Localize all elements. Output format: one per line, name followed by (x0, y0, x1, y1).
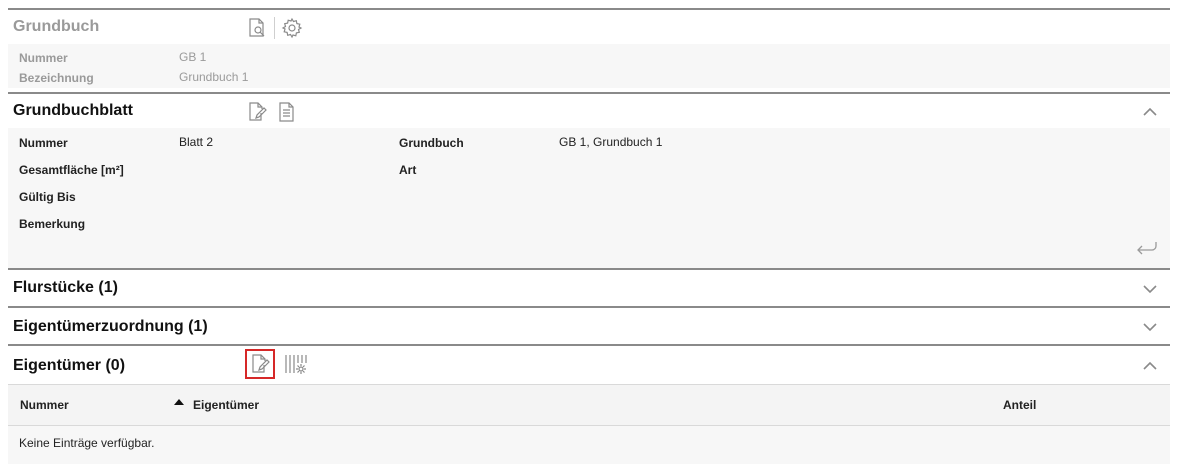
chevron-down-icon[interactable] (1140, 279, 1160, 299)
document-search-icon[interactable] (244, 15, 270, 41)
grundbuchblatt-body: Nummer Blatt 2 Gesamtfläche [m²] Gültig … (8, 128, 1170, 268)
flurstuecke-header[interactable]: Flurstücke (1) (8, 268, 1170, 306)
columns-settings-icon[interactable] (283, 351, 309, 377)
grundbuch-title: Grundbuch (13, 18, 100, 35)
eigentuemer-table-body: Keine Einträge verfügbar. (8, 426, 1170, 464)
column-header-nummer[interactable]: Nummer (20, 398, 69, 412)
blatt-nummer-value: Blatt 2 (179, 135, 214, 149)
blatt-art-label: Art (399, 163, 417, 177)
eigentuemer-table-header: Nummer Eigentümer Anteil (8, 384, 1170, 426)
eigentuemerzuordnung-header[interactable]: Eigentümerzuordnung (1) (8, 306, 1170, 344)
eigentuemerzuordnung-title: Eigentümerzuordnung (1) (13, 318, 208, 335)
grundbuchblatt-panel: Grundbuchblatt Nummer Blatt 2 Gesamtfläc… (8, 92, 1170, 268)
grundbuch-nummer-value: GB 1 (179, 50, 207, 64)
sort-ascending-icon[interactable] (174, 392, 184, 410)
grundbuchblatt-title: Grundbuchblatt (13, 102, 133, 119)
grundbuch-toolbar (244, 15, 305, 41)
chevron-up-icon[interactable] (1140, 356, 1160, 376)
grundbuch-panel: Grundbuch Nummer GB 1 Bezeichnung Grundb… (8, 8, 1170, 88)
chevron-up-icon[interactable] (1140, 102, 1160, 122)
blatt-gueltig-bis-label: Gültig Bis (19, 190, 76, 204)
grundbuch-bezeichnung-label: Bezeichnung (19, 71, 94, 85)
empty-state-text: Keine Einträge verfügbar. (19, 436, 155, 450)
eigentuemerzuordnung-panel: Eigentümerzuordnung (1) (8, 306, 1170, 344)
eigentuemer-toolbar (245, 349, 309, 379)
return-arrow-icon[interactable] (1134, 238, 1160, 258)
flurstuecke-panel: Flurstücke (1) (8, 268, 1170, 306)
eigentuemer-panel: Eigentümer (0) Nummer Eigentümer Anteil (8, 344, 1170, 464)
grundbuchblatt-header[interactable]: Grundbuchblatt (8, 92, 1170, 128)
chevron-down-icon[interactable] (1140, 317, 1160, 337)
gear-icon[interactable] (279, 15, 305, 41)
flurstuecke-title: Flurstücke (1) (13, 279, 118, 296)
document-icon[interactable] (274, 99, 300, 125)
grundbuch-nummer-label: Nummer (19, 51, 68, 65)
blatt-nummer-label: Nummer (19, 136, 68, 150)
document-edit-icon[interactable] (244, 99, 270, 125)
blatt-grundbuch-value: GB 1, Grundbuch 1 (559, 135, 663, 149)
column-header-eigentuemer[interactable]: Eigentümer (193, 398, 259, 412)
grundbuchblatt-toolbar (244, 99, 300, 125)
grundbuch-bezeichnung-value: Grundbuch 1 (179, 70, 249, 84)
blatt-grundbuch-label: Grundbuch (399, 136, 464, 150)
grundbuch-header: Grundbuch (8, 8, 1170, 44)
toolbar-divider (274, 17, 275, 39)
blatt-gesamtflaeche-label: Gesamtfläche [m²] (19, 163, 124, 177)
column-header-anteil[interactable]: Anteil (1003, 398, 1036, 412)
eigentuemer-header[interactable]: Eigentümer (0) (8, 344, 1170, 384)
document-edit-icon[interactable] (245, 349, 275, 379)
blatt-bemerkung-label: Bemerkung (19, 217, 86, 231)
grundbuch-body: Nummer GB 1 Bezeichnung Grundbuch 1 (8, 44, 1170, 88)
eigentuemer-title: Eigentümer (0) (13, 357, 126, 374)
